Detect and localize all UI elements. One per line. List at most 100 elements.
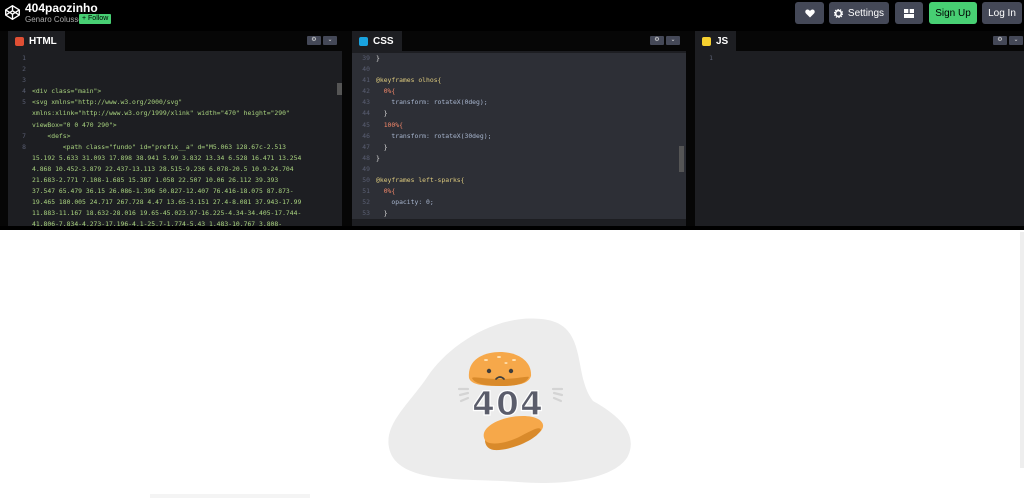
js-code[interactable]: 1	[695, 53, 1024, 226]
code-line[interactable]: 4 <div class="main">	[8, 86, 342, 97]
code-text: @keyframes olhos{	[376, 76, 442, 85]
line-number: 41	[362, 76, 370, 85]
code-text: opacity: 0;	[376, 198, 434, 207]
preview-scrollbar[interactable]	[1020, 232, 1024, 468]
code-line[interactable]: 7 <defs>	[8, 131, 342, 142]
code-line[interactable]: 48}	[352, 152, 686, 164]
code-text: 0%{	[376, 87, 396, 96]
tab-html-label: HTML	[29, 35, 57, 47]
layout-icon	[904, 8, 914, 18]
code-line[interactable]: 50 @keyframes left-sparks{	[352, 175, 686, 187]
code-line[interactable]: 40	[352, 64, 686, 76]
code-line[interactable]: 41.806-7.834-4.273-17.196-4.1-25.7-1.774…	[8, 219, 342, 226]
css-settings-icon[interactable]: ⚙	[650, 36, 664, 45]
code-text: 19.465 180.005 24.717 267.728 4.47 13.65…	[32, 198, 302, 207]
html-code[interactable]: 1 2 3 4 <div class="main"> 5 <svg xmlns="http:…	[8, 53, 342, 226]
code-line[interactable]: 47 }	[352, 141, 686, 153]
code-line[interactable]: 46 transform: rotateX(30deg);	[352, 130, 686, 142]
code-text: transform: rotateX(30deg);	[376, 131, 492, 140]
code-text: <div class="main">	[32, 87, 102, 96]
tab-html[interactable]: HTML	[8, 31, 65, 51]
pen-author[interactable]: Genaro Colusso	[25, 15, 83, 24]
follow-button[interactable]: + Follow	[79, 14, 112, 24]
code-line[interactable]: 49	[352, 163, 686, 176]
tab-js[interactable]: JS	[695, 31, 737, 51]
line-number: 5	[22, 98, 26, 107]
html-collapse-chevron-down-icon[interactable]: ⌄	[323, 36, 337, 45]
code-text: 15.192 5.633 31.093 17.898 38.941 5.99 3…	[32, 153, 302, 162]
code-line[interactable]: 52 opacity: 0;	[352, 197, 686, 209]
error-code-404: 404	[472, 384, 544, 423]
codepen-logo-icon[interactable]	[4, 4, 21, 21]
code-text: }	[376, 54, 380, 62]
code-line[interactable]: 5 <svg xmlns="http://www.w3.org/2000/svg"	[8, 97, 342, 108]
line-number: 46	[362, 131, 370, 140]
code-line[interactable]: 8 <path class="fundo" id="prefix__a" d="…	[8, 142, 342, 153]
html-scrollbar[interactable]	[337, 83, 342, 95]
code-line[interactable]: 39}	[352, 53, 686, 65]
change-view-button[interactable]	[895, 2, 923, 24]
code-text: 41.806-7.834-4.273-17.196-4.1-25.7-1.774…	[32, 220, 283, 226]
code-line[interactable]: 51 0%{	[352, 186, 686, 198]
404-bread-illustration: 404	[388, 318, 631, 483]
sign-up-button[interactable]: Sign Up	[929, 2, 977, 24]
line-number: 53	[362, 209, 370, 218]
editors-area: HTML ⚙ ⌄ 1 2 3 4 <div class="main"> 5 <svg xml…	[0, 31, 1024, 226]
tab-css-label: CSS	[373, 35, 394, 47]
tab-css[interactable]: CSS	[352, 31, 402, 51]
code-line[interactable]: 44 }	[352, 108, 686, 120]
css-code[interactable]: 39} 40 41 @keyframes olhos{42 0%{43 transfo…	[352, 53, 686, 226]
js-settings-icon[interactable]: ⚙	[993, 36, 1007, 45]
settings-button[interactable]: Settings	[829, 2, 889, 24]
resize-handle[interactable]	[0, 226, 1024, 230]
settings-label: Settings	[847, 7, 885, 19]
html-editor[interactable]: HTML ⚙ ⌄ 1 2 3 4 <div class="main"> 5 <svg xml…	[8, 31, 342, 226]
css-tab-bar	[352, 31, 686, 51]
code-line[interactable]: 45 100%{	[352, 119, 686, 131]
heart-icon	[804, 9, 815, 17]
top-header: 404paozinho Genaro Colusso + Follow Sett…	[0, 0, 1024, 31]
code-line[interactable]: 21.683-2.771 7.108-1.685 15.387 1.058 22…	[8, 175, 342, 186]
code-line[interactable]: 15.192 5.633 31.093 17.898 38.941 5.99 3…	[8, 153, 342, 164]
css-editor[interactable]: CSS ⚙ ⌄ 39} 40 41 @keyframes olhos{42 0%{43…	[352, 31, 686, 226]
line-number: 1	[709, 54, 713, 62]
code-line[interactable]: 53 }	[352, 208, 686, 220]
code-text: 11.883-11.167 18.632-28.016 19.65-45.023…	[32, 209, 302, 218]
code-line[interactable]: 3	[8, 75, 342, 86]
code-line[interactable]: 19.465 180.005 24.717 267.728 4.47 13.65…	[8, 197, 342, 208]
js-editor[interactable]: JS ⚙ ⌄ 1	[695, 31, 1024, 226]
gear-icon	[833, 8, 843, 18]
code-line[interactable]: 1	[695, 53, 1024, 64]
left-eye	[486, 368, 492, 374]
code-text: }	[376, 142, 388, 151]
css-scrollbar[interactable]	[679, 146, 684, 172]
line-number: 43	[362, 98, 370, 107]
html-settings-icon[interactable]: ⚙	[307, 36, 321, 45]
code-text: 4.868 10.452-3.879 22.437-13.113 28.515-…	[32, 164, 294, 173]
code-line[interactable]: viewBox="0 0 470 290">	[8, 120, 342, 131]
bottom-console-bar[interactable]	[150, 494, 310, 498]
code-line[interactable]: 4.868 10.452-3.879 22.437-13.113 28.515-…	[8, 164, 342, 175]
code-text: transform: rotateX(0deg);	[376, 98, 488, 107]
line-number: 3	[22, 76, 26, 85]
code-text: xmlns:xlink="http://www.w3.org/1999/xlin…	[32, 109, 290, 118]
js-tab-bar	[695, 31, 1024, 51]
code-line[interactable]: 42 0%{	[352, 86, 686, 98]
code-line[interactable]: 11.883-11.167 18.632-28.016 19.65-45.023…	[8, 208, 342, 219]
css-icon	[359, 36, 368, 46]
code-line[interactable]: 2	[8, 64, 342, 75]
log-in-button[interactable]: Log In	[982, 2, 1022, 24]
code-text: <path class="fundo" id="prefix__a" d="M5…	[32, 142, 286, 151]
js-collapse-chevron-down-icon[interactable]: ⌄	[1009, 36, 1023, 45]
heart-button[interactable]	[795, 2, 824, 24]
code-text: }	[376, 153, 380, 162]
code-text: viewBox="0 0 470 290">	[32, 120, 117, 129]
code-line[interactable]: 1	[8, 53, 342, 64]
code-line[interactable]: 43 transform: rotateX(0deg);	[352, 97, 686, 109]
code-line[interactable]: xmlns:xlink="http://www.w3.org/1999/xlin…	[8, 108, 342, 119]
line-number: 1	[22, 54, 26, 62]
css-collapse-chevron-down-icon[interactable]: ⌄	[666, 36, 680, 45]
code-line[interactable]: 41 @keyframes olhos{	[352, 75, 686, 87]
line-number: 48	[362, 153, 370, 162]
code-line[interactable]: 37.547 65.479 36.15 26.086-1.396 50.827-…	[8, 186, 342, 197]
